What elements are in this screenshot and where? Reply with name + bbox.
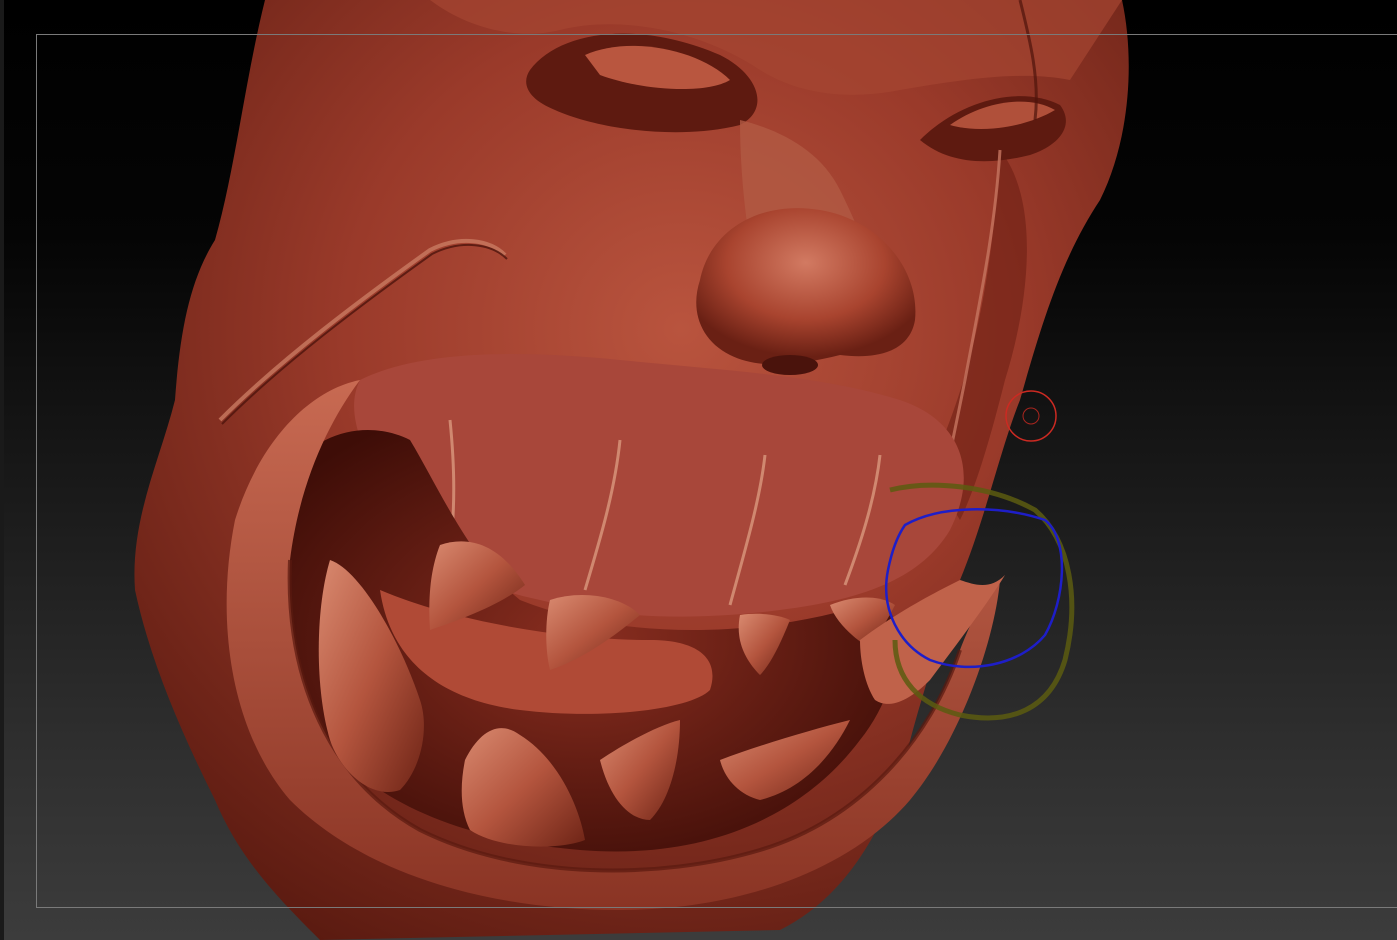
sculpt-scene[interactable] — [0, 0, 1397, 940]
focal-shift-ring-inner — [1022, 407, 1040, 425]
zbrush-canvas[interactable] — [0, 0, 1397, 940]
nostril — [762, 355, 818, 375]
